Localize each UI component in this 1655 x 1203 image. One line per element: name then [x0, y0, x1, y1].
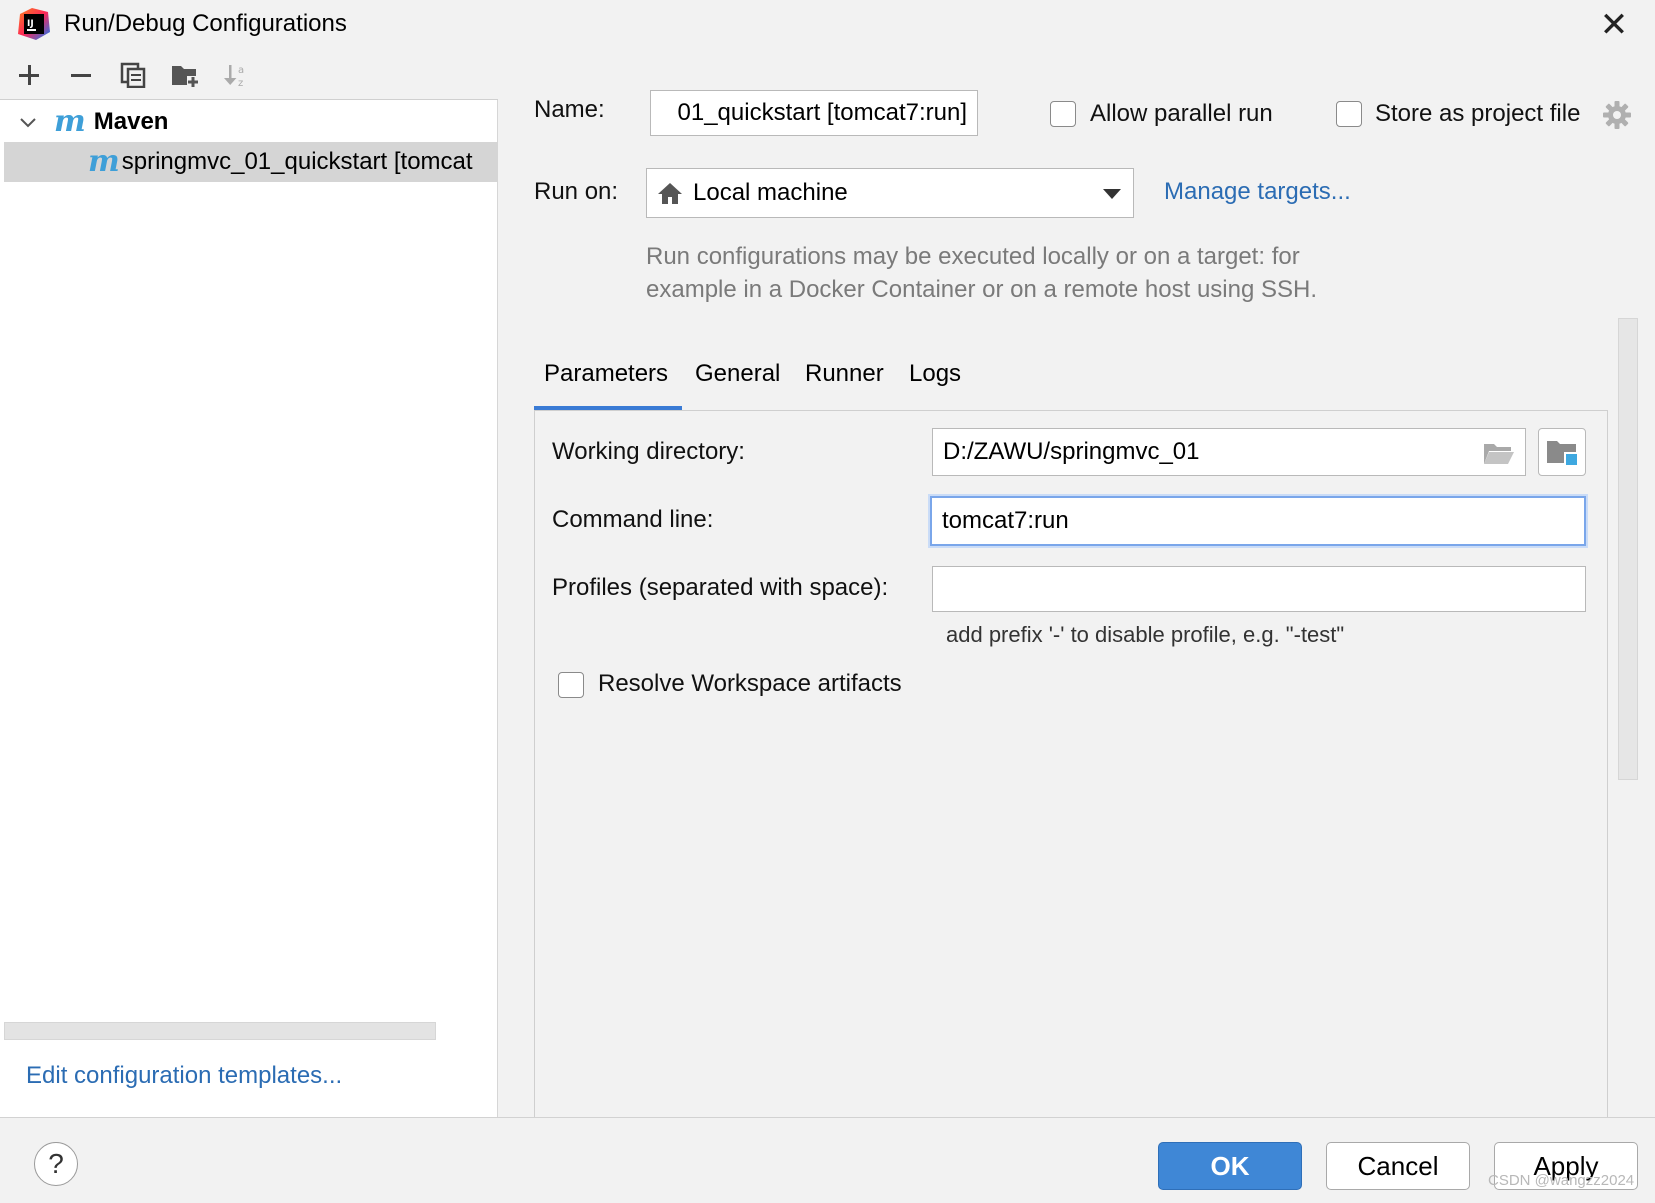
remove-configuration-button[interactable] — [64, 58, 98, 92]
profiles-label: Profiles (separated with space): — [552, 574, 889, 601]
run-debug-configurations-dialog: IJ Run/Debug Configurations ✕ a z m Mave… — [0, 0, 1655, 1203]
home-icon — [658, 183, 682, 204]
copy-configuration-button[interactable] — [116, 58, 150, 92]
chevron-down-icon[interactable] — [18, 112, 38, 132]
sidebar-toolbar: a z — [0, 50, 498, 100]
command-line-label: Command line: — [552, 506, 714, 533]
store-as-project-file-checkbox[interactable] — [1336, 101, 1362, 127]
add-configuration-button[interactable] — [12, 58, 46, 92]
command-line-input[interactable]: tomcat7:run — [930, 496, 1586, 546]
maven-icon: m — [88, 144, 120, 179]
tree-item-label: springmvc_01_quickstart [tomcat — [121, 148, 473, 175]
folder-open-icon[interactable] — [1483, 441, 1515, 465]
resolve-workspace-artifacts-label: Resolve Workspace artifacts — [598, 670, 902, 697]
run-on-value: Local machine — [693, 179, 848, 206]
right-vertical-scrollbar[interactable] — [1618, 318, 1638, 780]
insert-macro-button[interactable] — [1538, 428, 1586, 476]
svg-text:z: z — [238, 78, 243, 89]
name-input[interactable]: 01_quickstart [tomcat7:run] — [650, 90, 978, 136]
title-bar: IJ Run/Debug Configurations ✕ — [0, 0, 1655, 50]
profiles-hint: add prefix '-' to disable profile, e.g. … — [946, 622, 1345, 647]
plus-icon — [19, 65, 39, 85]
svg-text:IJ: IJ — [27, 19, 34, 29]
configurations-sidebar: a z m Maven m springmvc_01_quickstart [t… — [0, 50, 498, 1117]
store-as-project-file-label: Store as project file — [1375, 100, 1581, 127]
tab-parameters[interactable]: Parameters — [544, 350, 668, 410]
sidebar-horizontal-scrollbar[interactable] — [4, 1022, 436, 1040]
dialog-button-bar: ? OK Cancel Apply — [0, 1117, 1655, 1203]
allow-parallel-run-label: Allow parallel run — [1090, 100, 1273, 127]
dropdown-arrow-icon — [1103, 189, 1121, 199]
tree-group-label: Maven — [93, 108, 169, 135]
edit-configuration-templates-link[interactable]: Edit configuration templates... — [26, 1062, 342, 1090]
tree-item-springmvc-quickstart[interactable]: m springmvc_01_quickstart [tomcat — [4, 142, 498, 182]
sort-configurations-button[interactable]: a z — [220, 58, 254, 92]
intellij-logo-icon: IJ — [18, 8, 50, 40]
tab-runner[interactable]: Runner — [805, 350, 884, 410]
maven-icon: m — [54, 104, 86, 139]
allow-parallel-run-checkbox[interactable] — [1050, 101, 1076, 127]
module-folder-icon — [1547, 441, 1577, 465]
tab-logs[interactable]: Logs — [909, 350, 961, 410]
help-button[interactable]: ? — [34, 1142, 78, 1186]
minus-icon — [71, 74, 91, 77]
sort-alpha-icon: a z — [224, 65, 244, 89]
folder-plus-icon — [172, 66, 199, 88]
name-label: Name: — [534, 96, 605, 123]
run-on-select[interactable]: Local machine — [646, 168, 1134, 218]
copy-icon — [120, 62, 146, 88]
run-on-label: Run on: — [534, 178, 619, 205]
window-title: Run/Debug Configurations — [64, 10, 347, 37]
working-directory-label: Working directory: — [552, 438, 745, 465]
watermark: CSDN @wangzz2024 — [1488, 1172, 1635, 1189]
tree-group-maven[interactable]: m Maven — [4, 102, 498, 142]
run-on-hint-line-1: Run configurations may be executed local… — [646, 243, 1300, 270]
ok-button[interactable]: OK — [1158, 1142, 1302, 1190]
profiles-input[interactable] — [932, 566, 1586, 612]
working-directory-input[interactable]: D:/ZAWU/springmvc_01 — [932, 428, 1526, 476]
cancel-button[interactable]: Cancel — [1326, 1142, 1470, 1190]
close-button[interactable]: ✕ — [1596, 8, 1632, 44]
run-on-hint-line-2: example in a Docker Container or on a re… — [646, 276, 1318, 303]
resolve-workspace-artifacts-checkbox[interactable] — [558, 672, 584, 698]
tab-general[interactable]: General — [695, 350, 780, 410]
svg-text:a: a — [238, 65, 244, 76]
manage-targets-link[interactable]: Manage targets... — [1164, 178, 1351, 206]
gear-icon[interactable] — [1602, 100, 1632, 130]
new-folder-button[interactable] — [168, 58, 202, 92]
